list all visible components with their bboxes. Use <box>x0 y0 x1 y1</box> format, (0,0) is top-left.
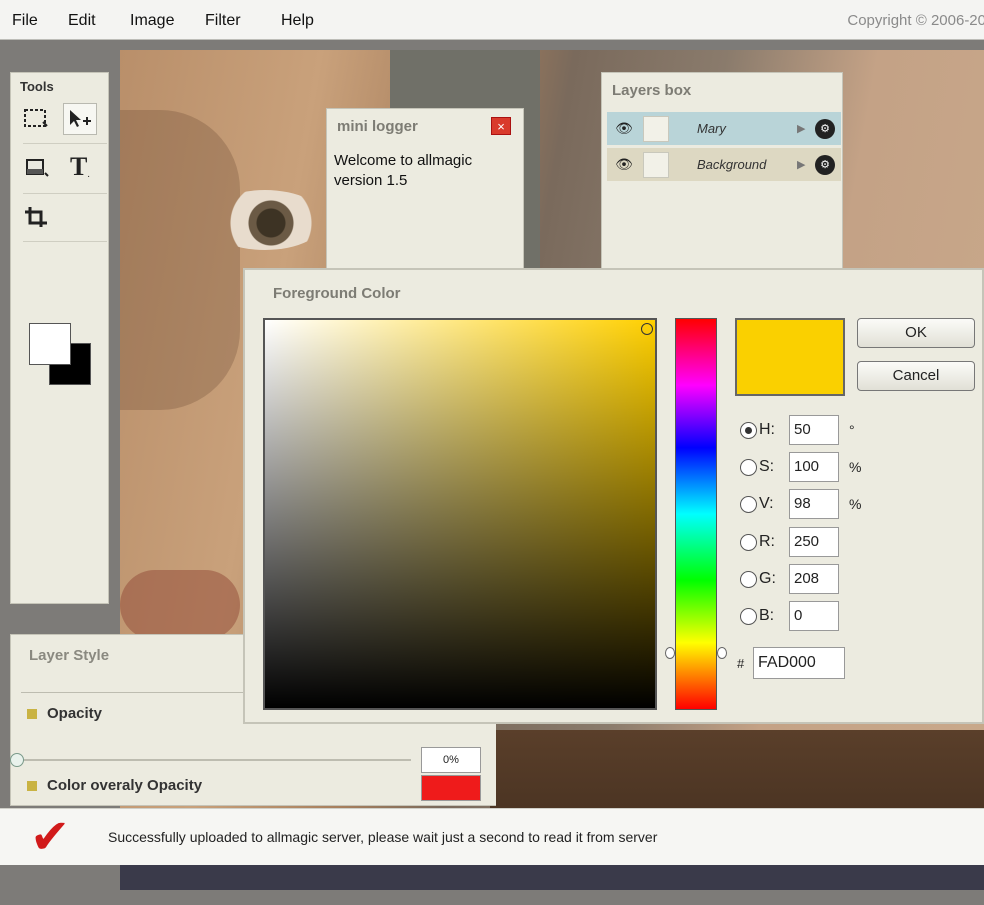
blue-input[interactable]: 0 <box>789 601 839 631</box>
hue-input[interactable]: 50 <box>789 415 839 445</box>
opacity-label: Opacity <box>27 705 102 722</box>
hue-label: H: <box>759 421 775 438</box>
mini-logger-panel: mini logger × Welcome to allmagic versio… <box>326 108 524 283</box>
hue-field-row: H: 50 ° <box>740 414 855 446</box>
value-field-row: V: 98 % <box>740 488 861 520</box>
blue-radio[interactable] <box>740 607 757 625</box>
hue-radio[interactable] <box>740 421 757 439</box>
layer-options-icon[interactable]: ⚙ <box>815 154 835 175</box>
move-tool-icon[interactable] <box>63 103 97 135</box>
foreground-color-dialog: Foreground Color OK Cancel H: 50 ° S: 10… <box>243 268 984 724</box>
expand-arrow-icon[interactable]: ▶ <box>797 158 809 171</box>
layer-style-title: Layer Style <box>29 647 110 664</box>
layers-title: Layers box <box>612 82 692 99</box>
status-message: Successfully uploaded to allmagic server… <box>108 829 658 845</box>
foreground-color-swatch[interactable] <box>29 323 71 365</box>
blue-label: B: <box>759 607 775 624</box>
menu-bar: File Edit Image Filter Help Copyright © … <box>0 0 984 40</box>
layer-thumbnail <box>643 151 669 178</box>
status-bar: ✔ Successfully uploaded to allmagic serv… <box>0 808 984 865</box>
layers-panel: Layers box 👁 Mary ▶ ⚙ 👁 Background ▶ ⚙ <box>601 72 843 282</box>
tool-separator <box>23 143 107 144</box>
hue-slider-handle[interactable] <box>665 647 675 659</box>
logger-line: version 1.5 <box>334 172 408 189</box>
tool-separator <box>23 241 107 242</box>
color-preview <box>735 318 845 396</box>
bullet-icon <box>27 780 37 791</box>
logger-line: Welcome to allmagic <box>334 152 473 169</box>
saturation-input[interactable]: 100 <box>789 452 839 482</box>
green-field-row: G: 208 <box>740 563 839 595</box>
layer-options-icon[interactable]: ⚙ <box>815 118 835 139</box>
saturation-radio[interactable] <box>740 458 757 476</box>
red-radio[interactable] <box>740 533 757 551</box>
menu-edit[interactable]: Edit <box>68 12 96 30</box>
hex-hash-label: # <box>737 656 745 671</box>
saturation-value-picker[interactable] <box>263 318 657 710</box>
eye-icon[interactable]: 👁 <box>611 152 637 178</box>
photo-face-shading <box>120 110 240 410</box>
saturation-field-row: S: 100 % <box>740 451 861 483</box>
logger-title: mini logger <box>337 118 418 135</box>
value-label: V: <box>759 495 774 512</box>
hex-color-input[interactable]: FAD000 <box>753 647 845 679</box>
color-overlay-label: Color overaly Opacity <box>27 777 202 794</box>
blue-field-row: B: 0 <box>740 600 839 632</box>
menu-filter[interactable]: Filter <box>205 12 241 30</box>
logger-close-button[interactable]: × <box>491 117 511 135</box>
layer-row-mary[interactable]: 👁 Mary ▶ ⚙ <box>607 112 841 145</box>
divider <box>21 692 256 693</box>
red-label: R: <box>759 533 775 550</box>
copyright-text: Copyright © 2006-20 <box>847 12 984 29</box>
saturation-unit: % <box>849 459 862 475</box>
value-radio[interactable] <box>740 495 757 513</box>
text-tool-icon[interactable]: T. <box>63 151 97 183</box>
tool-separator <box>23 193 107 194</box>
green-radio[interactable] <box>740 570 757 588</box>
layer-name: Mary <box>697 121 726 136</box>
layer-thumbnail <box>643 115 669 142</box>
red-field-row: R: 250 <box>740 526 839 558</box>
tools-title: Tools <box>20 79 54 94</box>
photo-lips <box>120 570 240 640</box>
canvas-bottom-strip <box>120 865 984 890</box>
photo-eye <box>205 190 325 250</box>
menu-image[interactable]: Image <box>130 12 174 30</box>
cancel-button[interactable]: Cancel <box>857 361 975 391</box>
red-input[interactable]: 250 <box>789 527 839 557</box>
picker-cursor[interactable] <box>641 323 653 335</box>
opacity-slider-handle[interactable] <box>10 753 24 767</box>
check-mark-icon: ✔ <box>30 811 71 864</box>
value-unit: % <box>849 496 862 512</box>
green-input[interactable]: 208 <box>789 564 839 594</box>
tools-panel: Tools T. <box>10 72 109 604</box>
overlay-color-swatch[interactable] <box>421 775 481 801</box>
opacity-slider-track[interactable] <box>16 759 411 761</box>
color-dialog-title: Foreground Color <box>273 285 401 302</box>
menu-file[interactable]: File <box>12 12 38 30</box>
layer-row-background[interactable]: 👁 Background ▶ ⚙ <box>607 148 841 181</box>
marquee-select-icon[interactable] <box>19 103 53 135</box>
hue-slider-handle[interactable] <box>717 647 727 659</box>
hue-unit: ° <box>849 422 855 438</box>
green-label: G: <box>759 570 776 587</box>
layer-name: Background <box>697 157 767 172</box>
logger-messages: Welcome to allmagic version 1.5 <box>334 151 514 191</box>
value-input[interactable]: 98 <box>789 489 839 519</box>
bullet-icon <box>27 708 37 719</box>
saturation-label: S: <box>759 458 775 475</box>
ok-button[interactable]: OK <box>857 318 975 348</box>
opacity-value-field[interactable]: 0% <box>421 747 481 773</box>
hue-slider[interactable] <box>675 318 717 710</box>
expand-arrow-icon[interactable]: ▶ <box>797 122 809 135</box>
crop-icon[interactable] <box>19 201 53 233</box>
eraser-icon[interactable] <box>19 151 53 183</box>
eye-icon[interactable]: 👁 <box>611 116 637 142</box>
menu-help[interactable]: Help <box>281 12 314 30</box>
